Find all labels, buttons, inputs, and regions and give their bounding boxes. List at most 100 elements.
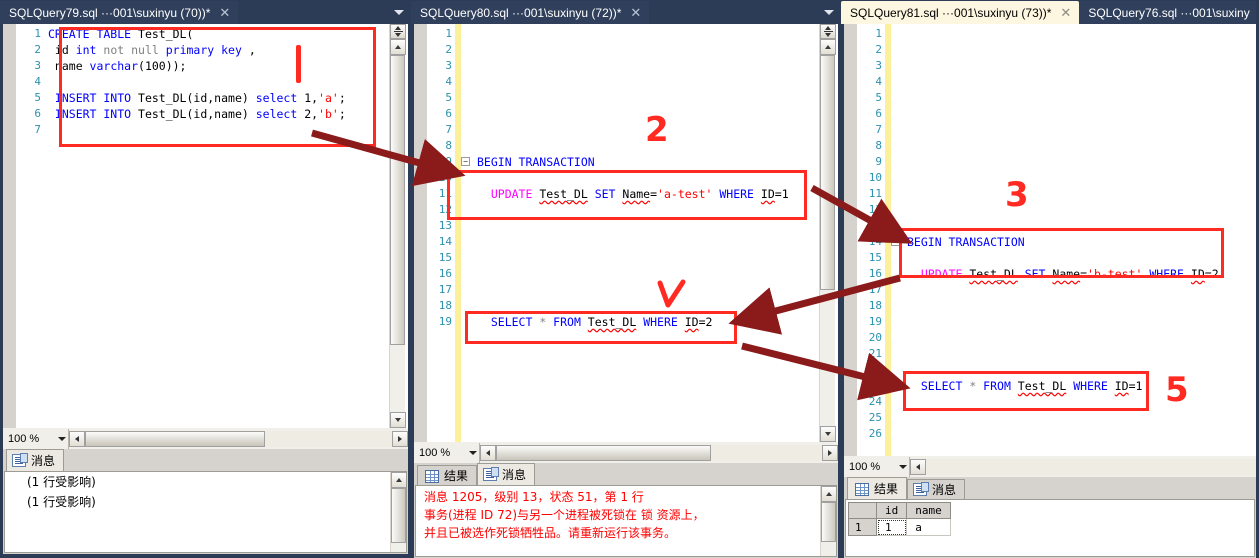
code-line[interactable] xyxy=(903,250,1256,266)
results-tab-messages[interactable]: 消息 xyxy=(907,479,966,499)
code-line[interactable] xyxy=(903,218,1256,234)
hscroll-track[interactable] xyxy=(85,430,392,447)
collapse-icon[interactable]: − xyxy=(461,157,470,166)
horizontal-scrollbar-3[interactable] xyxy=(910,456,1256,477)
zoom-selector-2[interactable]: 100 % xyxy=(414,442,480,463)
code-line[interactable] xyxy=(903,202,1256,218)
code-line[interactable] xyxy=(473,170,838,186)
code-line[interactable] xyxy=(473,106,838,122)
results-tab-messages[interactable]: 消息 xyxy=(477,463,536,485)
zoom-selector-1[interactable]: 100 % xyxy=(3,428,69,449)
split-view-icon[interactable] xyxy=(390,24,406,39)
code-editor-1[interactable]: 1 2 3 4 5 6 7 −CREATE TABLE Test_DL( id int no… xyxy=(0,24,411,428)
hscroll-track[interactable] xyxy=(496,444,822,461)
code-line[interactable] xyxy=(473,122,838,138)
code-line[interactable] xyxy=(903,186,1256,202)
scroll-thumb[interactable] xyxy=(821,502,836,542)
code-line[interactable] xyxy=(44,74,408,90)
code-line[interactable] xyxy=(473,218,838,234)
vertical-scrollbar-2[interactable] xyxy=(819,24,836,442)
scroll-thumb[interactable] xyxy=(390,55,405,345)
chevron-down-icon[interactable] xyxy=(58,436,66,441)
code-text-2[interactable]: − BEGIN TRANSACTION UPDATE Test_DL SET Na… xyxy=(461,24,838,442)
scroll-down-button[interactable] xyxy=(820,426,836,442)
messages-body-2[interactable]: 消息 1205，级别 13，状态 51，第 1 行事务(进程 ID 72)与另一… xyxy=(415,485,837,557)
horizontal-scrollbar-1[interactable] xyxy=(69,428,408,449)
code-line[interactable]: − BEGIN TRANSACTION xyxy=(461,154,838,170)
results-vertical-scrollbar-2[interactable] xyxy=(820,486,836,556)
code-line[interactable] xyxy=(903,154,1256,170)
code-line[interactable]: name varchar(100)); xyxy=(44,58,408,74)
tab-list-dropdown-icon[interactable] xyxy=(821,4,837,20)
table-cell[interactable]: a xyxy=(906,518,951,536)
code-text-1[interactable]: −CREATE TABLE Test_DL( id int not null p… xyxy=(44,24,408,428)
vertical-scrollbar-1[interactable] xyxy=(389,24,406,428)
collapse-icon[interactable]: − xyxy=(891,237,900,246)
code-line[interactable] xyxy=(903,106,1256,122)
tab-sqlquery79[interactable]: SQLQuery79.sql ···001\suxinyu (70))* ✕ xyxy=(0,1,239,24)
scroll-left-button[interactable] xyxy=(69,430,85,447)
scroll-right-button[interactable] xyxy=(822,444,838,461)
scroll-thumb[interactable] xyxy=(391,488,406,543)
hscroll-thumb[interactable] xyxy=(85,430,265,447)
code-line[interactable] xyxy=(473,26,838,42)
tab-sqlquery81[interactable]: SQLQuery81.sql ···001\suxinyu (73))* ✕ xyxy=(841,1,1080,24)
code-line[interactable] xyxy=(473,266,838,282)
code-text-3[interactable]: − BEGIN TRANSACTION UPDATE Test_DL SET Na… xyxy=(891,24,1256,456)
grid-corner[interactable] xyxy=(848,502,877,519)
code-line[interactable] xyxy=(903,330,1256,346)
code-line[interactable] xyxy=(903,346,1256,362)
horizontal-scrollbar-2[interactable] xyxy=(480,442,838,463)
row-header[interactable]: 1 xyxy=(848,518,877,536)
code-line[interactable] xyxy=(903,426,1256,442)
chevron-down-icon[interactable] xyxy=(899,464,907,469)
code-line[interactable]: SELECT * FROM Test_DL WHERE ID=1 xyxy=(903,378,1256,394)
messages-body-1[interactable]: (1 行受影响) (1 行受影响) xyxy=(4,471,407,553)
code-line[interactable]: −CREATE TABLE Test_DL( xyxy=(44,26,408,42)
scroll-down-button[interactable] xyxy=(390,412,406,428)
code-line[interactable] xyxy=(473,74,838,90)
code-line[interactable] xyxy=(903,90,1256,106)
code-line[interactable] xyxy=(473,282,838,298)
chevron-down-icon[interactable] xyxy=(469,450,477,455)
close-icon[interactable]: ✕ xyxy=(628,6,643,19)
code-line[interactable] xyxy=(903,58,1256,74)
zoom-selector-3[interactable]: 100 % xyxy=(844,456,910,477)
code-line[interactable] xyxy=(473,202,838,218)
tab-list-dropdown-icon[interactable] xyxy=(391,4,407,20)
results-tab-messages[interactable]: 消息 xyxy=(6,449,65,471)
code-line[interactable] xyxy=(473,58,838,74)
code-line[interactable]: SELECT * FROM Test_DL WHERE ID=2 xyxy=(473,314,838,330)
code-line[interactable] xyxy=(473,90,838,106)
scroll-right-button[interactable] xyxy=(392,430,408,447)
code-line[interactable] xyxy=(903,282,1256,298)
code-line[interactable] xyxy=(903,42,1256,58)
code-line[interactable] xyxy=(903,138,1256,154)
scroll-up-button[interactable] xyxy=(391,472,406,488)
scroll-left-button[interactable] xyxy=(910,458,926,475)
close-icon[interactable]: ✕ xyxy=(1058,6,1073,19)
scroll-up-button[interactable] xyxy=(390,39,406,55)
column-header[interactable]: name xyxy=(906,502,951,519)
code-line[interactable]: INSERT INTO Test_DL(id,name) select 1,'a… xyxy=(44,90,408,106)
code-line[interactable] xyxy=(903,394,1256,410)
code-line[interactable] xyxy=(473,250,838,266)
split-view-icon[interactable] xyxy=(820,24,836,39)
code-editor-2[interactable]: 1 2 3 4 5 6 7 8 9 10 11 12 13 14 15 16 17 18 19 − BEGIN TRA… xyxy=(411,24,841,442)
code-line[interactable] xyxy=(44,122,408,138)
code-line[interactable] xyxy=(903,170,1256,186)
tab-sqlquery76[interactable]: SQLQuery76.sql ···001\suxiny xyxy=(1079,1,1256,24)
code-line[interactable]: UPDATE Test_DL SET Name='b-test' WHERE I… xyxy=(903,266,1256,282)
code-line[interactable] xyxy=(473,42,838,58)
results-tab-results[interactable]: 结果 xyxy=(847,477,908,499)
results-table[interactable]: id name 1 1 a xyxy=(848,502,951,536)
code-line[interactable]: id int not null primary key , xyxy=(44,42,408,58)
hscroll-track[interactable] xyxy=(926,458,1256,475)
results-grid-body[interactable]: id name 1 1 a xyxy=(845,499,1255,557)
hscroll-thumb[interactable] xyxy=(496,444,711,461)
table-cell[interactable]: 1 xyxy=(875,518,908,536)
code-line[interactable] xyxy=(473,298,838,314)
code-line[interactable]: INSERT INTO Test_DL(id,name) select 2,'b… xyxy=(44,106,408,122)
scroll-left-button[interactable] xyxy=(480,444,496,461)
scroll-thumb[interactable] xyxy=(820,55,835,290)
